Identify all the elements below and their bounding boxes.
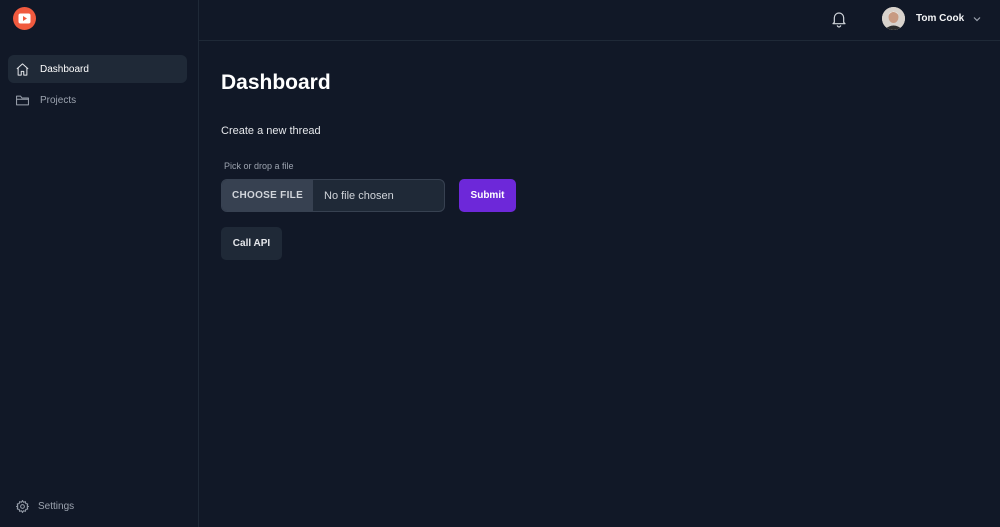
sidebar-item-label: Dashboard <box>40 63 89 75</box>
sidebar-item-dashboard[interactable]: Dashboard <box>8 55 187 83</box>
sidebar-nav: Dashboard Projects <box>8 55 187 117</box>
submit-button[interactable]: Submit <box>459 179 516 212</box>
home-icon <box>14 61 30 77</box>
choose-file-button[interactable]: CHOOSE FILE <box>222 180 313 211</box>
sidebar-item-projects[interactable]: Projects <box>8 86 187 114</box>
file-input[interactable]: CHOOSE FILE No file chosen <box>221 179 445 212</box>
settings-label: Settings <box>38 500 75 512</box>
user-name: Tom Cook <box>916 13 965 24</box>
app-logo[interactable] <box>13 7 36 30</box>
bell-icon[interactable] <box>831 10 847 28</box>
sidebar-item-label: Projects <box>40 94 77 106</box>
sidebar: Dashboard Projects Settings <box>0 0 199 527</box>
play-icon <box>18 13 31 24</box>
user-menu[interactable]: Tom Cook <box>882 7 982 30</box>
sidebar-item-settings[interactable]: Settings <box>14 498 74 514</box>
section-title: Create a new thread <box>221 125 321 137</box>
chevron-down-icon <box>972 14 982 24</box>
folder-icon <box>14 92 30 108</box>
page-title: Dashboard <box>221 71 331 94</box>
gear-icon <box>14 498 30 514</box>
avatar <box>882 7 905 30</box>
top-bar: Tom Cook <box>199 0 1000 41</box>
call-api-button[interactable]: Call API <box>221 227 282 260</box>
file-status: No file chosen <box>324 189 394 202</box>
file-input-label: Pick or drop a file <box>224 161 294 171</box>
